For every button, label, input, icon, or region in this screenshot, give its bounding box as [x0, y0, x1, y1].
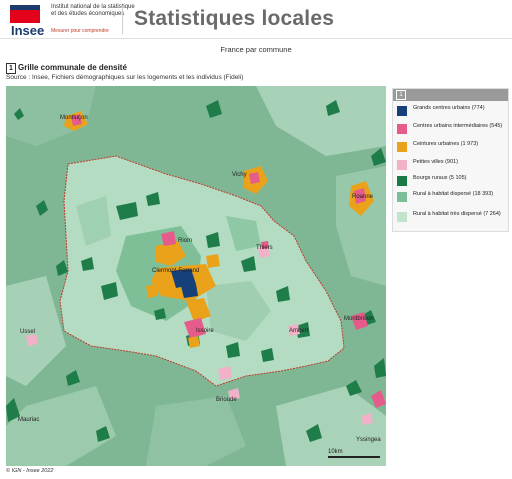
city-label: Brioude: [216, 397, 237, 403]
legend-label: Centres urbains intermédiaires (545): [413, 123, 503, 129]
legend-label: Rural à habitat très dispersé (7 264): [413, 211, 501, 217]
city-label: Vichy: [232, 172, 247, 178]
city-label: Yssingea: [356, 437, 381, 443]
city-label: Thiers: [256, 245, 273, 251]
choropleth-map[interactable]: Montluçon Vichy Roanne Riom Thiers Clerm…: [6, 86, 386, 466]
legend-label: Rural à habitat dispersé (18 393): [413, 191, 494, 197]
legend-item[interactable]: Centres urbains intermédiaires (545): [397, 123, 507, 139]
city-label: Roanne: [352, 194, 374, 200]
legend-item[interactable]: Ceintures urbaines (1 973): [397, 141, 507, 157]
city-label: Ambert: [289, 328, 309, 334]
insee-logo[interactable]: Insee: [7, 2, 45, 38]
city-label: Montluçon: [60, 115, 88, 121]
legend-label: Grands centres urbains (774): [413, 105, 485, 111]
legend-number-badge: 1: [396, 90, 406, 100]
legend-item[interactable]: Rural à habitat très dispersé (7 264): [397, 211, 507, 227]
legend-item[interactable]: Bourgs ruraux (5 105): [397, 175, 507, 191]
map-number-badge: 1: [6, 63, 16, 74]
insee-logo-mark-icon: [10, 5, 40, 23]
map-credit: © IGN - Insee 2022: [6, 468, 54, 474]
legend-swatch: [397, 176, 407, 186]
legend-swatch: [397, 106, 407, 116]
city-label: Montbrison: [344, 316, 374, 322]
city-label: Clermont-Ferrand: [152, 268, 199, 274]
app-title: Statistiques locales: [134, 7, 335, 30]
city-label: Mauriac: [18, 417, 39, 423]
legend-swatch: [397, 192, 407, 202]
legend-swatch: [397, 142, 407, 152]
legend-label: Ceintures urbaines (1 973): [413, 141, 479, 147]
legend-panel: 1 Grands centres urbains (774) Centres u…: [392, 88, 509, 232]
legend-item[interactable]: Petites villes (901): [397, 159, 507, 175]
city-label: Riom: [178, 238, 192, 244]
city-label: Ussel: [20, 329, 35, 335]
legend-swatch: [397, 160, 407, 170]
header-divider: [122, 6, 123, 34]
scale-label: 10km: [328, 449, 343, 455]
legend-swatch: [397, 124, 407, 134]
legend-label: Petites villes (901): [413, 159, 458, 165]
tagline: Mesurer pour comprendre: [51, 28, 109, 34]
map-title: Grille communale de densité: [18, 63, 127, 72]
legend-item[interactable]: Grands centres urbains (774): [397, 105, 507, 121]
legend-item[interactable]: Rural à habitat dispersé (18 393): [397, 191, 507, 207]
header-rule: [0, 38, 512, 39]
city-label: Issoire: [196, 328, 214, 334]
legend-swatch: [397, 212, 407, 222]
logo-text: Insee: [11, 23, 45, 38]
app-header: Insee Institut national de la statistiqu…: [0, 0, 512, 40]
legend-header: 1: [393, 89, 508, 101]
legend-label: Bourgs ruraux (5 105): [413, 175, 467, 181]
map-source: Source : Insee, Fichiers démographiques …: [6, 74, 244, 81]
page-subtitle: France par commune: [220, 45, 292, 54]
